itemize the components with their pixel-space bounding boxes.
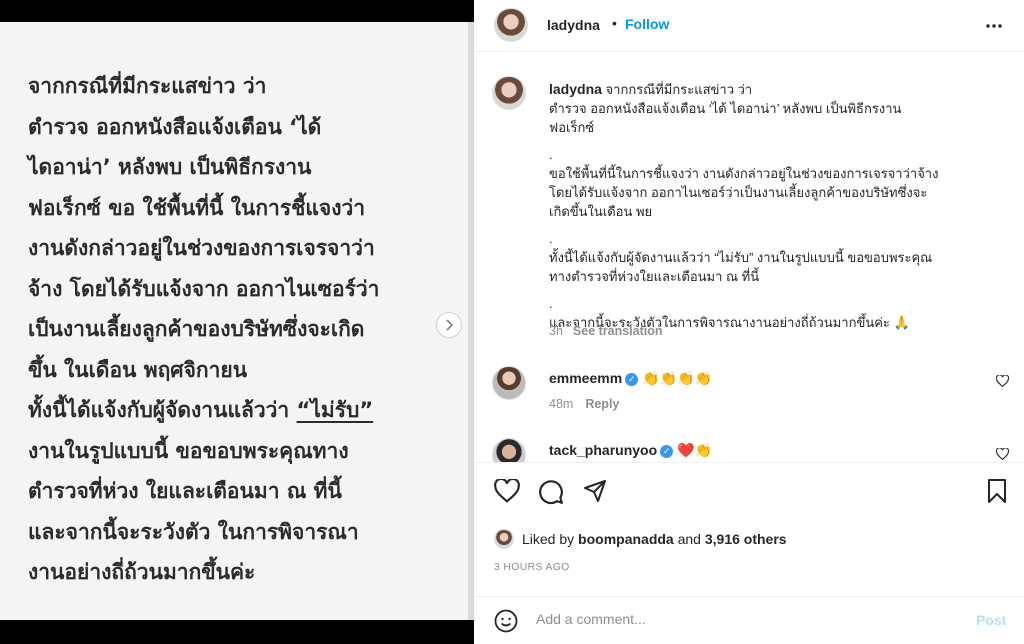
follow-button[interactable]: Follow xyxy=(625,16,669,32)
caption-line: . xyxy=(549,147,553,162)
image-line: ขึ้น ในเดือน พฤศจิกายน xyxy=(28,357,248,382)
caption-text: จากกรณีที่มีกระแสข่าว ว่า xyxy=(605,82,753,97)
image-line: งานอย่างถี่ถ้วนมากขึ้นค่ะ xyxy=(28,560,256,584)
post-caption: ladydna จากกรณีที่มีกระแสข่าว ว่า ตำรวจ … xyxy=(549,80,969,332)
header-username[interactable]: ladydna xyxy=(547,17,600,33)
image-line: และจากนี้จะระวังตัว ในการพิจารณา xyxy=(28,519,359,544)
separator-dot: • xyxy=(612,15,617,31)
post-button[interactable]: Post xyxy=(976,612,1006,628)
paper-plane-icon[interactable] xyxy=(582,479,608,508)
comment-username[interactable]: tack_pharunyoo xyxy=(549,442,657,458)
caption-line: ladydna จากกรณีที่มีกระแสข่าว ว่า xyxy=(549,80,969,99)
emoji-smile-icon[interactable] xyxy=(494,609,518,638)
image-bottom-letterbox xyxy=(0,620,474,644)
likes-and: and xyxy=(677,531,701,547)
caption-line: . xyxy=(549,231,553,246)
caption-line: เกิดขึ้นในเดือน พย xyxy=(549,204,653,219)
avatar[interactable] xyxy=(492,366,526,400)
image-line: ตำรวจ ออกหนังสือแจ้งเตือน ‘ได้ xyxy=(28,114,322,139)
comment-input[interactable] xyxy=(536,611,956,627)
chevron-right-icon[interactable] xyxy=(436,312,462,338)
heart-icon[interactable] xyxy=(494,477,520,508)
bookmark-icon[interactable] xyxy=(986,479,1008,508)
comments-list[interactable]: ladydna จากกรณีที่มีกระแสข่าว ว่า ตำรวจ … xyxy=(474,52,1024,462)
avatar[interactable] xyxy=(494,8,528,42)
caption-line: ทั้งนี้ได้แจ้งกับผู้จัดงานแล้วว่า “ไม่รั… xyxy=(549,250,933,265)
caption-meta: 3h See translation xyxy=(549,324,663,338)
post-header: ladydna • Follow xyxy=(474,0,1024,52)
comment-item: tack_pharunyoo ✓ ❤️👏 xyxy=(549,442,712,459)
heart-icon[interactable] xyxy=(995,447,1010,462)
heart-icon[interactable] xyxy=(995,374,1010,390)
comment-username[interactable]: emmeemm xyxy=(549,370,622,386)
likes-summary: Liked by boompanadda and 3,916 others xyxy=(494,527,787,551)
avatar[interactable] xyxy=(492,438,526,462)
image-line: จ้าง โดยได้รับแจ้งจาก ออกาไนเซอร์ว่า xyxy=(28,276,380,301)
comment-meta: 48m Reply xyxy=(549,397,619,411)
caption-username[interactable]: ladydna xyxy=(549,81,602,97)
comment-time: 48m xyxy=(549,397,574,411)
post-timestamp[interactable]: 3 HOURS AGO xyxy=(494,561,570,573)
likes-prefix: Liked by xyxy=(522,531,575,547)
image-line: เป็นงานเลี้ยงลูกค้าของบริษัทซึ่งจะเกิด xyxy=(28,317,365,341)
avatar[interactable] xyxy=(492,76,526,110)
caption-line: ตำรวจ ออกหนังสือแจ้งเตือน ‘ได้ ไดอาน่า’ … xyxy=(549,101,902,116)
add-comment-bar: Post xyxy=(474,596,1024,644)
post-side-panel: ladydna • Follow ladydna จากกรณีที่มีกระ… xyxy=(474,0,1024,644)
comment-item: emmeemm ✓ 👏👏👏👏 xyxy=(549,370,712,387)
image-line: งานในรูปแบบนี้ ขอขอบพระคุณทาง xyxy=(28,438,349,463)
reply-button[interactable]: Reply xyxy=(585,397,619,411)
image-top-letterbox xyxy=(0,0,474,22)
image-line: จากกรณีที่มีกระแสข่าว ว่า xyxy=(28,74,267,98)
post-image-text: จากกรณีที่มีกระแสข่าว ว่า ตำรวจ ออกหนังส… xyxy=(28,66,458,593)
image-line: ไดอาน่า’ หลังพบ เป็นพิธีกรงาน xyxy=(28,155,312,179)
caption-time: 3h xyxy=(549,324,563,338)
likes-others[interactable]: 3,916 others xyxy=(705,531,787,547)
image-line: งานดังกล่าวอยู่ในช่วงของการเจรจาว่า xyxy=(28,236,375,260)
likes-user[interactable]: boompanadda xyxy=(578,531,674,547)
image-line: ทั้งนี้ได้แจ้งกับผู้จัดงานแล้วว่า “ไม่รั… xyxy=(28,390,458,431)
image-line-underlined: “ไม่รับ” xyxy=(296,398,374,422)
post-actions: Liked by boompanadda and 3,916 others 3 … xyxy=(474,462,1024,612)
post-image[interactable]: จากกรณีที่มีกระแสข่าว ว่า ตำรวจ ออกหนังส… xyxy=(0,22,474,620)
avatar[interactable] xyxy=(494,529,514,549)
image-line-pre: ทั้งนี้ได้แจ้งกับผู้จัดงานแล้วว่า xyxy=(28,398,297,422)
caption-line: . xyxy=(549,296,553,311)
comment-text: ❤️👏 xyxy=(677,442,713,458)
verified-badge-icon: ✓ xyxy=(625,373,639,386)
caption-line: ทางตำรวจที่ห่วงใยและเตือนมา ณ ที่นี้ xyxy=(549,269,760,284)
image-line: ฟอเร็กซ์ ขอ ใช้พื้นที่นี้ ในการชี้แจงว่า xyxy=(28,195,366,220)
image-line: ตำรวจที่ห่วง ใยและเตือนมา ณ ที่นี้ xyxy=(28,479,342,503)
caption-line: ฟอเร็กซ์ xyxy=(549,120,595,135)
see-translation-button[interactable]: See translation xyxy=(573,324,663,338)
comment-text: 👏👏👏👏 xyxy=(642,370,712,386)
caption-line: ขอใช้พื้นที่นี้ในการชี้แจงว่า งานดังกล่า… xyxy=(549,166,939,181)
caption-line: โดยได้รับแจ้งจาก ออกาไนเซอร์ว่าเป็นงานเล… xyxy=(549,185,928,200)
verified-badge-icon: ✓ xyxy=(660,445,674,458)
comment-bubble-icon[interactable] xyxy=(538,479,564,510)
more-horizontal-icon[interactable] xyxy=(986,14,1002,39)
